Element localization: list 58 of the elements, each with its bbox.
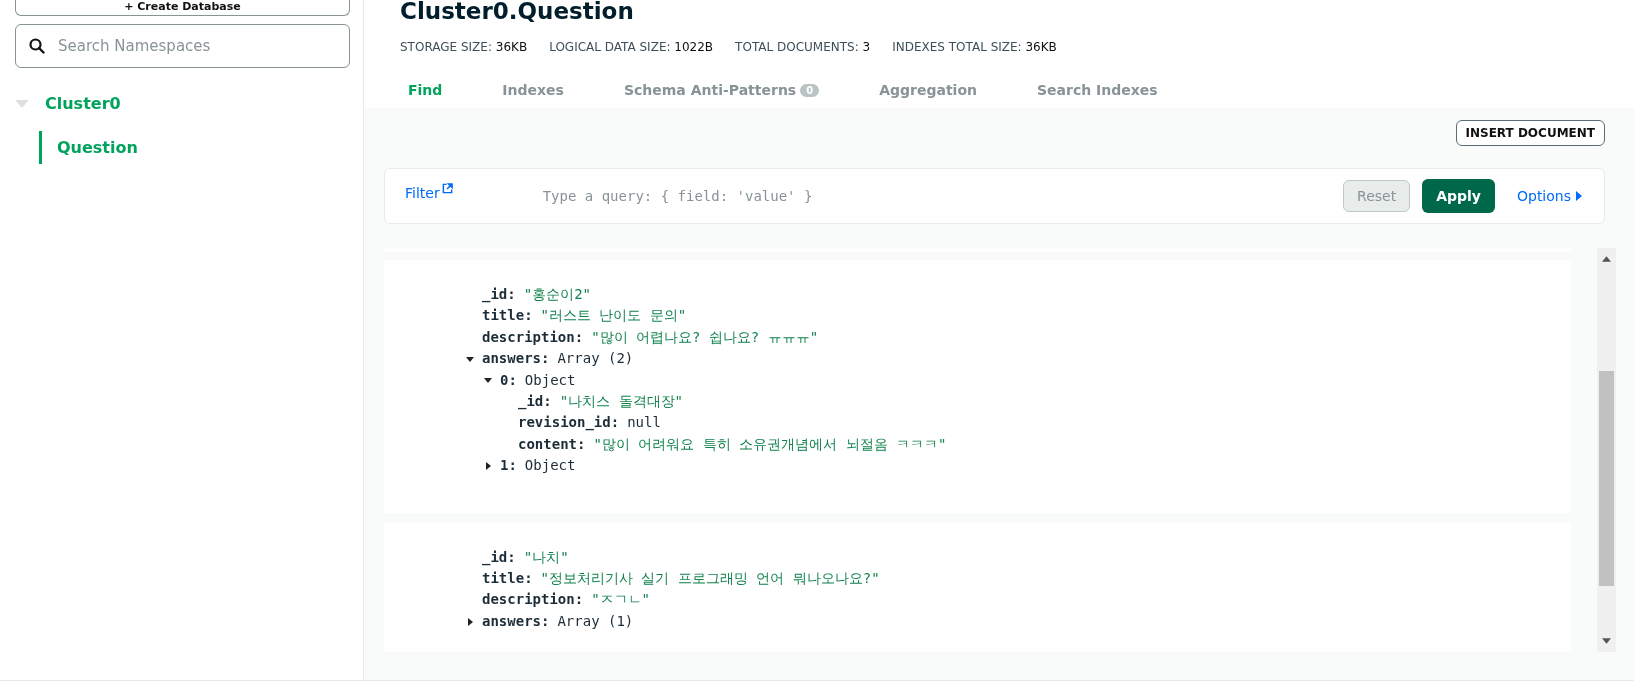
field-value: "나치" — [523, 547, 569, 567]
field-value: "많이 어렵나요? 쉽나요? ㅠㅠㅠ" — [591, 327, 819, 347]
tab[interactable]: Find — [400, 74, 475, 108]
field-value: Array (2) — [557, 349, 634, 369]
stat-text: LOGICAL DATA SIZE: 1022B — [549, 40, 714, 54]
field-key: answers: — [482, 610, 550, 633]
field-value: "홍순이2" — [523, 285, 591, 304]
scroll-up-icon[interactable] — [1602, 256, 1611, 262]
field-key: _id: — [482, 284, 516, 306]
field-value: "많이 어려워요 특히 소유권개념에서 뇌절옴 ㅋㅋㅋ" — [593, 434, 947, 454]
stat-text: STORAGE SIZE: 36KB — [400, 40, 528, 54]
tab[interactable]: Indexes — [494, 74, 596, 108]
field-key: _id: — [518, 391, 552, 413]
caret-icon[interactable] — [484, 461, 492, 470]
field-value: Object — [524, 456, 576, 476]
create-database-button[interactable]: + Create Database — [15, 0, 350, 16]
field-key: 1: — [500, 455, 517, 477]
field-value: Object — [524, 370, 576, 390]
query-field[interactable]: Type a query: { field: 'value' } — [540, 187, 1344, 205]
collection-item[interactable]: Question — [39, 131, 138, 164]
search-icon — [29, 38, 45, 54]
caret-icon[interactable] — [466, 354, 474, 363]
stat-text: INDEXES TOTAL SIZE: 36KB — [892, 40, 1057, 54]
options-link[interactable]: Options — [1516, 188, 1571, 204]
filter-link[interactable]: Filter — [405, 185, 440, 201]
field-key: title: — [482, 305, 533, 327]
field-key: answers: — [482, 348, 550, 370]
field-value: "정보처리기사 실기 프로그래밍 언어 뭐나오나요?" — [540, 569, 880, 589]
field-value: "나치스 돌격대장" — [559, 392, 683, 412]
field-value: Array (1) — [557, 611, 634, 631]
field-value: null — [627, 413, 661, 433]
tab[interactable]: Schema Anti-Patterns 0 — [615, 74, 852, 108]
stat-text: TOTAL DOCUMENTS: 3 — [735, 40, 871, 54]
insert-document-button[interactable]: INSERT DOCUMENT — [1455, 120, 1605, 146]
scrollbar[interactable] — [1597, 248, 1616, 652]
field-value: "ㅈㄱㄴ" — [591, 590, 650, 610]
caret-icon — [1576, 191, 1582, 201]
apply-button[interactable]: Apply — [1422, 179, 1495, 213]
scroll-down-icon[interactable] — [1602, 638, 1611, 644]
tab[interactable]: Search Indexes — [1029, 74, 1190, 108]
scroll-thumb[interactable] — [1599, 371, 1614, 586]
field-key: content: — [518, 433, 586, 456]
collection-title: Cluster0.Question — [400, 0, 635, 24]
count-badge: 0 — [800, 83, 820, 97]
field-value: "러스트 난이도 문의" — [540, 306, 687, 326]
field-key: 0: — [500, 369, 517, 392]
tab[interactable]: Aggregation — [871, 74, 1009, 108]
reset-button[interactable]: Reset — [1343, 180, 1411, 212]
search-field[interactable]: Search Namespaces — [15, 24, 350, 68]
caret-icon[interactable] — [484, 376, 492, 385]
field-key: description: — [482, 589, 584, 611]
database-item[interactable]: Cluster0 — [45, 94, 121, 113]
caret-icon[interactable] — [466, 617, 474, 626]
field-key: revision_id: — [518, 412, 620, 434]
field-key: description: — [482, 326, 584, 349]
field-key: _id: — [482, 546, 516, 569]
external-link-icon — [441, 183, 453, 194]
field-key: title: — [482, 568, 533, 590]
